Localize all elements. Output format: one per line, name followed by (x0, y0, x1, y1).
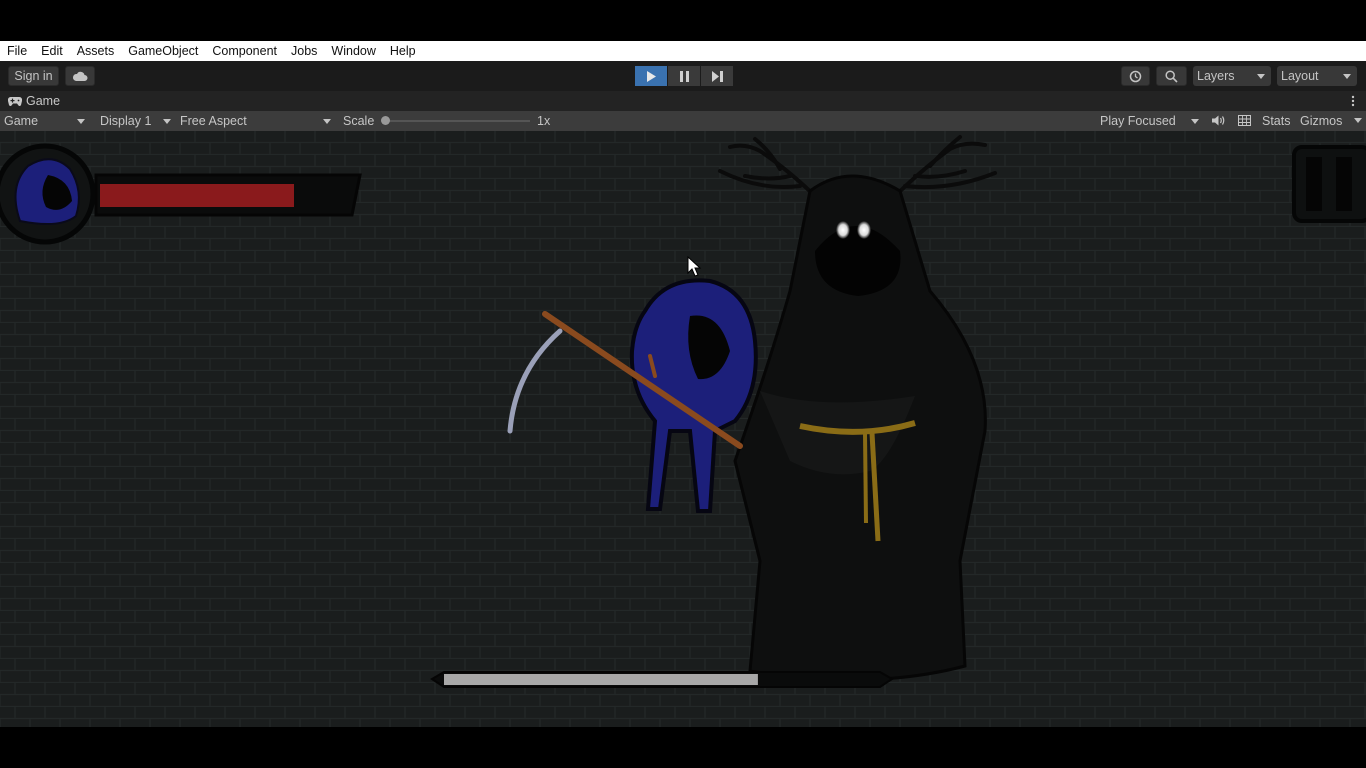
pause-button[interactable] (668, 66, 700, 86)
chevron-down-icon (1343, 74, 1351, 79)
step-button[interactable] (701, 66, 733, 86)
chevron-down-icon (77, 119, 85, 124)
cloud-button[interactable] (65, 66, 95, 86)
step-icon (711, 70, 723, 82)
play-button[interactable] (635, 66, 667, 86)
player-portrait (0, 143, 96, 245)
play-icon (647, 70, 656, 82)
layers-label: Layers (1197, 69, 1235, 83)
boss-right-eye (857, 221, 871, 239)
play-controls (635, 66, 733, 86)
gizmos-dropdown-arrow[interactable] (1354, 118, 1362, 123)
cloud-icon (72, 71, 88, 81)
play-mode-label: Play Focused (1100, 114, 1176, 128)
game-scene (0, 131, 1366, 727)
menu-gameobject[interactable]: GameObject (121, 41, 205, 61)
game-tab-bar: Game (0, 91, 1366, 111)
boss-health-bar (430, 671, 894, 688)
search-button[interactable] (1156, 66, 1187, 86)
scale-value: 1x (537, 114, 551, 128)
play-mode-dropdown[interactable]: Play Focused (1096, 112, 1204, 130)
game-view-controls: Game Display 1 Free Aspect Scale 1x Play… (0, 111, 1366, 131)
menu-component[interactable]: Component (205, 41, 284, 61)
display-label: Display 1 (100, 114, 152, 128)
scale-slider-handle[interactable] (381, 116, 390, 125)
search-icon (1165, 69, 1178, 83)
mode-dropdown[interactable]: Game (0, 112, 90, 130)
player-health-bar (94, 173, 362, 217)
mode-label: Game (4, 114, 39, 128)
gamepad-icon (8, 96, 22, 106)
menu-edit[interactable]: Edit (34, 41, 70, 61)
tab-game-label: Game (26, 94, 61, 108)
boss-left-eye (836, 221, 850, 239)
menu-jobs[interactable]: Jobs (284, 41, 324, 61)
main-toolbar: Sign in Layers Layout (0, 61, 1366, 91)
menu-window[interactable]: Window (324, 41, 382, 61)
stats-button[interactable]: Stats (1262, 112, 1291, 130)
grid-icon[interactable] (1238, 115, 1251, 126)
aspect-label: Free Aspect (180, 114, 247, 128)
gizmos-button[interactable]: Gizmos (1300, 112, 1342, 130)
scale-slider[interactable] (381, 116, 530, 125)
history-icon (1129, 70, 1142, 82)
layers-dropdown[interactable]: Layers (1193, 66, 1271, 86)
tab-game[interactable]: Game (8, 94, 60, 108)
chevron-down-icon (1257, 74, 1265, 79)
menu-bar: File Edit Assets GameObject Component Jo… (0, 41, 1366, 61)
pause-button-hud[interactable] (1292, 145, 1366, 223)
scale-label: Scale (343, 114, 375, 128)
layout-label: Layout (1281, 69, 1319, 83)
menu-help[interactable]: Help (383, 41, 423, 61)
history-button[interactable] (1121, 66, 1150, 86)
pause-icon (679, 70, 689, 82)
chevron-down-icon (1191, 119, 1199, 124)
menu-file[interactable]: File (0, 41, 34, 61)
game-viewport[interactable] (0, 131, 1366, 727)
audio-icon[interactable] (1212, 115, 1226, 126)
aspect-dropdown[interactable]: Free Aspect (176, 112, 336, 130)
layout-dropdown[interactable]: Layout (1277, 66, 1357, 86)
sign-in-button[interactable]: Sign in (8, 66, 59, 86)
chevron-down-icon (323, 119, 331, 124)
more-options-icon[interactable] (1351, 95, 1355, 107)
display-dropdown[interactable]: Display 1 (96, 112, 176, 130)
menu-assets[interactable]: Assets (70, 41, 122, 61)
chevron-down-icon (163, 119, 171, 124)
